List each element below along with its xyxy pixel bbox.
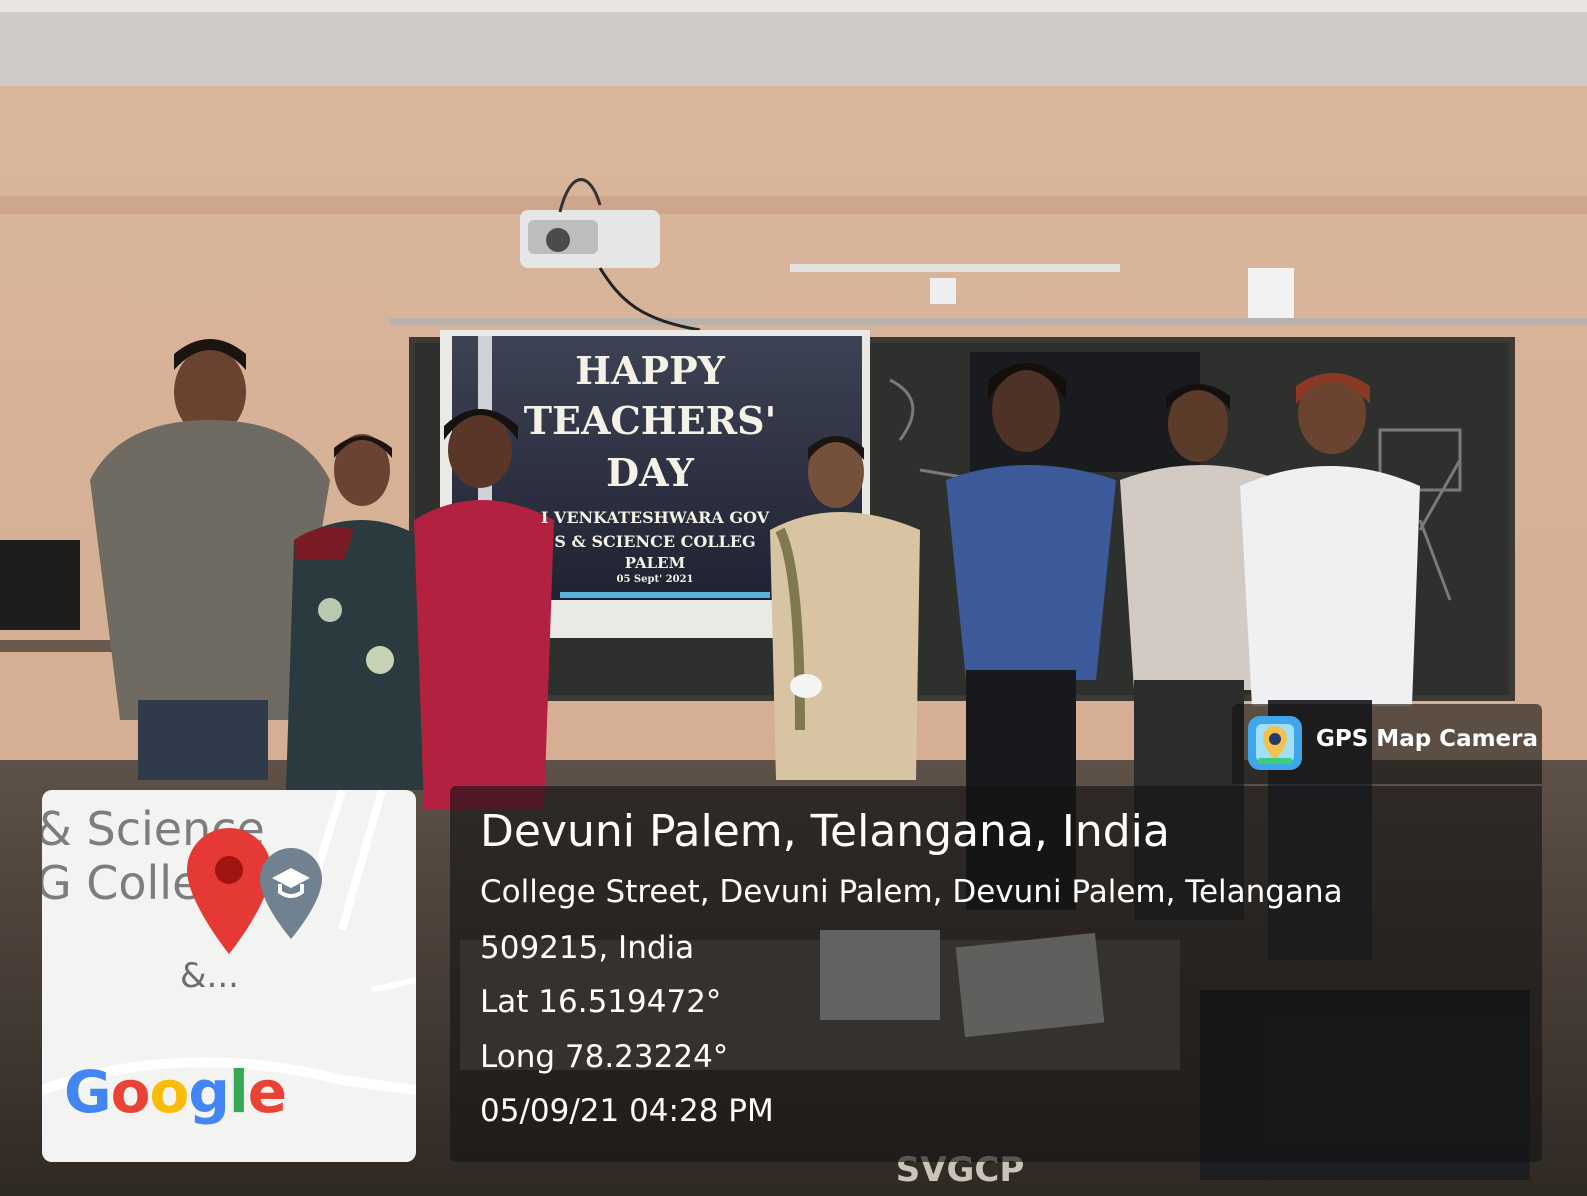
graduation-cap-icon bbox=[260, 848, 322, 939]
google-logo-letter: e bbox=[247, 1058, 287, 1126]
screen-line-happy: HAPPY bbox=[575, 348, 725, 393]
latitude: Lat 16.519472° bbox=[480, 984, 722, 1020]
address-line-2: 509215, India bbox=[480, 930, 695, 966]
google-logo-letter: G bbox=[64, 1058, 112, 1126]
ceiling bbox=[0, 0, 1587, 86]
camera-pin-icon bbox=[1248, 716, 1302, 770]
location-title: Devuni Palem, Telangana, India bbox=[480, 806, 1170, 857]
google-logo-letter: g bbox=[188, 1058, 230, 1126]
address-line-1: College Street, Devuni Palem, Devuni Pal… bbox=[480, 874, 1343, 910]
map-thumbnail: & Science G College &... Google bbox=[42, 790, 416, 1162]
google-logo-letter: o bbox=[149, 1058, 189, 1126]
screen-line-teachers: TEACHERS' bbox=[523, 398, 777, 443]
screen-line-date: 05 Sept' 2021 bbox=[616, 574, 694, 585]
screen-line-college1: I VENKATESHWARA GOV bbox=[540, 508, 770, 527]
datetime: 05/09/21 04:28 PM bbox=[480, 1093, 774, 1129]
longitude: Long 78.23224° bbox=[480, 1039, 729, 1075]
screen-line-college2: S & SCIENCE COLLEG bbox=[554, 532, 756, 551]
google-logo-letter: l bbox=[228, 1058, 249, 1126]
gps-app-badge: GPS Map Camera bbox=[1232, 704, 1542, 784]
google-logo-letter: o bbox=[110, 1058, 151, 1126]
gps-info-panel: Devuni Palem, Telangana, India College S… bbox=[450, 786, 1542, 1162]
screen-line-day: DAY bbox=[606, 450, 694, 495]
google-logo: Google bbox=[64, 1058, 287, 1126]
photo-scene: HAPPY TEACHERS' DAY I VENKATESHWARA GOV … bbox=[0, 0, 1587, 1196]
map-label-more: &... bbox=[180, 956, 239, 996]
screen-line-palem: PALEM bbox=[624, 554, 686, 572]
gps-app-name: GPS Map Camera bbox=[1316, 726, 1539, 752]
